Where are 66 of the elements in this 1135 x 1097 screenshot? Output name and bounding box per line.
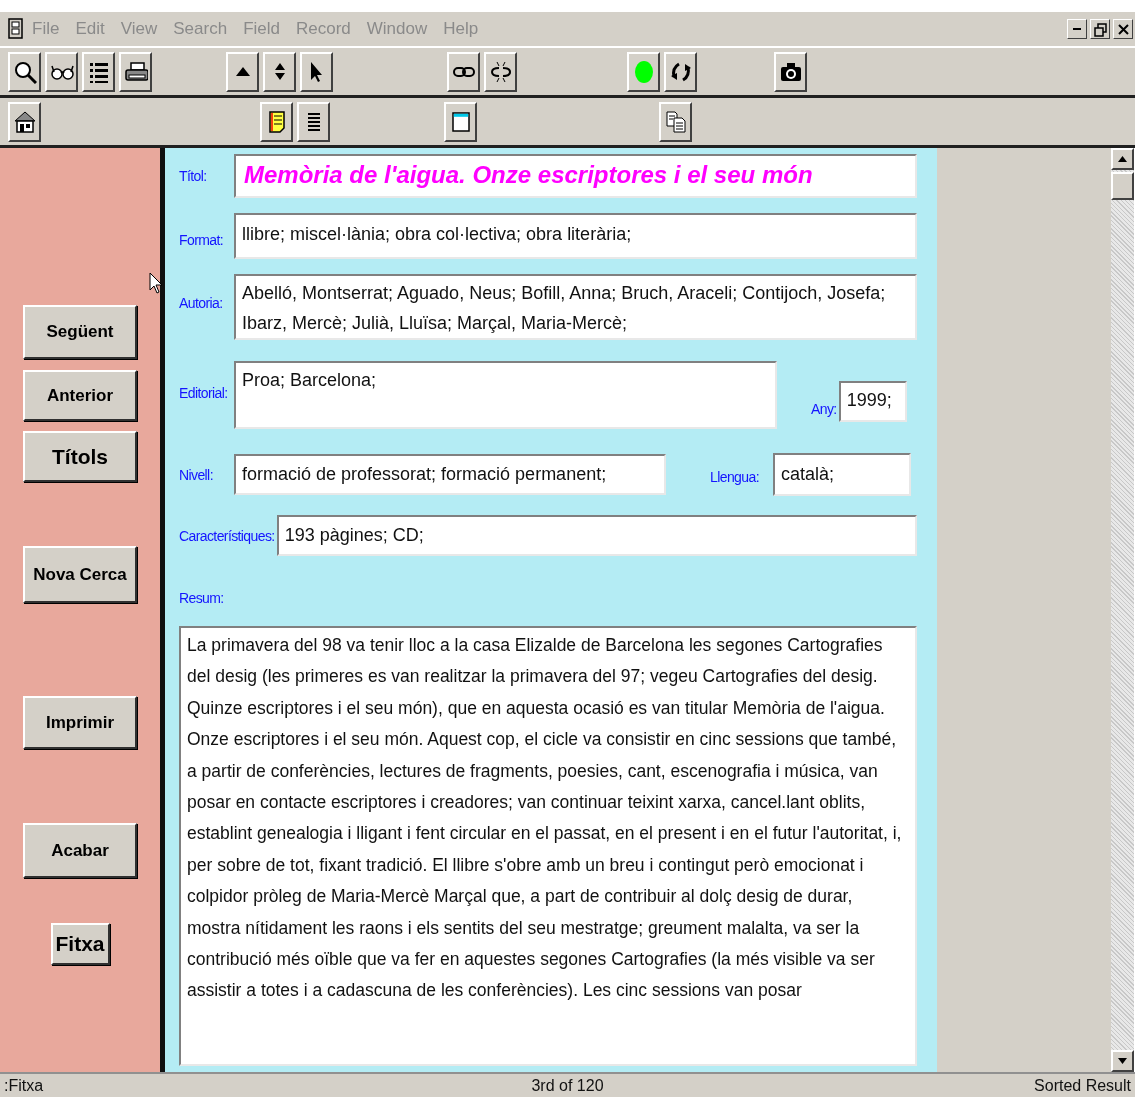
status-text: :Fitxa: [4, 1076, 45, 1095]
down-triangle-icon: [1118, 1058, 1127, 1064]
home-button[interactable]: [8, 101, 41, 142]
broken-link-icon: [488, 59, 513, 84]
field-label: Nivell:: [179, 466, 214, 483]
text-field[interactable]: Proa; Barcelona;: [234, 361, 777, 429]
up-arrow-button[interactable]: [226, 51, 259, 92]
text-field[interactable]: 1999;: [838, 381, 907, 422]
nav-button[interactable]: Acabar: [23, 823, 137, 878]
status-light-button[interactable]: [627, 51, 660, 92]
field-label: Format:: [179, 232, 225, 248]
up-triangle-icon: [1118, 156, 1127, 162]
nav-button[interactable]: Següent: [23, 305, 137, 359]
lines-button[interactable]: [297, 101, 330, 142]
scroll-down-button[interactable]: [1111, 1050, 1134, 1072]
field-label: Llengua:: [710, 468, 759, 485]
scrollbar-thumb[interactable]: [1111, 172, 1134, 200]
summary-field[interactable]: La primavera del 98 va tenir lloc a la casa Elizalde de Barcelona les segones Cartografies del desig (les primeres es van realitzar la primavera del 97; vegeu Cartografies del desig. Quinze escriptores i el seu món), que en aquesta ocasió es van titular Memòria de l'aigua. Onze escriptores i el seu món. Aquest cop, el cicle va consistir en cinc sessions que també, a partir de conferències, lectures de fragments, poesies, cant, escenografia i música, van posar en contacte escriptores i creadores; van continuar teixint xarxa, cancel.lant oblits, establint genealogia i lligant i fent circular en el passat, en el present i en el futur l'autoritat, i, per sobre de tot, fixant tradició. El llibre s'obre amb un breu i contingut però emocionat i colpidor pròleg de Maria-Mercè Marçal que, a part de contribuir al dolç desig de durar, mostra nítidament les raons i els sentits del seu mestratge; greument malalta, va ser la contribució més oïble que va fer en aquestes segones Cartografies (la més visible va ser assistir a totes i a cadascuna de les conferències). Les cinc sessions van posar: [179, 626, 917, 1066]
up-arrow-icon: [235, 67, 250, 76]
nav-button[interactable]: Imprimir: [23, 696, 137, 749]
close-button[interactable]: [1113, 19, 1133, 39]
nav-button[interactable]: Anterior: [23, 370, 137, 421]
copy-button[interactable]: [659, 101, 692, 142]
text-field[interactable]: Abelló, Montserrat; Aguado, Neus; Bofill, Anna; Bruch, Araceli; Contijoch, Josefa; Ibarz, Mercè; Julià, Lluïsa; Marçal, Maria-Mercè;: [234, 274, 917, 340]
field-label: Títol:: [179, 168, 208, 184]
printer-icon: [123, 59, 148, 84]
close-icon: [1115, 21, 1131, 37]
up-down-arrow-icon: [274, 63, 285, 80]
nav-button[interactable]: Nova Cerca: [23, 546, 137, 603]
field-label: Resum:: [179, 590, 225, 606]
home-icon: [12, 109, 37, 134]
refresh-button[interactable]: [664, 51, 697, 92]
nav-button[interactable]: Títols: [23, 431, 137, 482]
broken-link-button[interactable]: [484, 51, 517, 92]
field-label: Característiques:: [179, 527, 275, 544]
scroll-up-button[interactable]: [1111, 148, 1134, 170]
text-field[interactable]: 193 pàgines; CD;: [276, 515, 917, 556]
up-down-arrow-button[interactable]: [263, 51, 296, 92]
text-field[interactable]: llibre; miscel·lània; obra col·lectiva; obra literària;: [234, 213, 917, 259]
field-label: Autoria:: [179, 295, 224, 311]
field-label: Editorial:: [179, 385, 229, 401]
status-light-icon: [634, 60, 653, 83]
field-label: Any:: [811, 401, 837, 417]
mouse-pointer-icon: [149, 272, 163, 294]
copy-icon: [663, 109, 688, 134]
restore-button[interactable]: [1090, 19, 1110, 39]
pointer-icon: [311, 61, 322, 82]
list-button[interactable]: [82, 51, 115, 92]
window-button[interactable]: [444, 101, 477, 142]
nav-button[interactable]: Fitxa: [50, 923, 110, 965]
app-icon[interactable]: [8, 18, 24, 40]
restore-icon: [1092, 21, 1108, 37]
minimize-icon: [1073, 28, 1081, 30]
text-field[interactable]: català;: [772, 453, 911, 496]
glasses-button[interactable]: [45, 51, 78, 92]
camera-button[interactable]: [774, 51, 807, 92]
pointer-button[interactable]: [300, 51, 333, 92]
search-button[interactable]: [8, 51, 41, 92]
status-text: Sorted Result: [1034, 1076, 1131, 1095]
minimize-button[interactable]: [1067, 19, 1087, 39]
search-icon: [12, 59, 37, 84]
link-button[interactable]: [447, 51, 480, 92]
text-field[interactable]: formació de professorat; formació permanent;: [234, 454, 666, 495]
notepad-button[interactable]: [260, 101, 293, 142]
printer-button[interactable]: [119, 51, 152, 92]
record-count: 3rd of 120: [531, 1076, 604, 1095]
